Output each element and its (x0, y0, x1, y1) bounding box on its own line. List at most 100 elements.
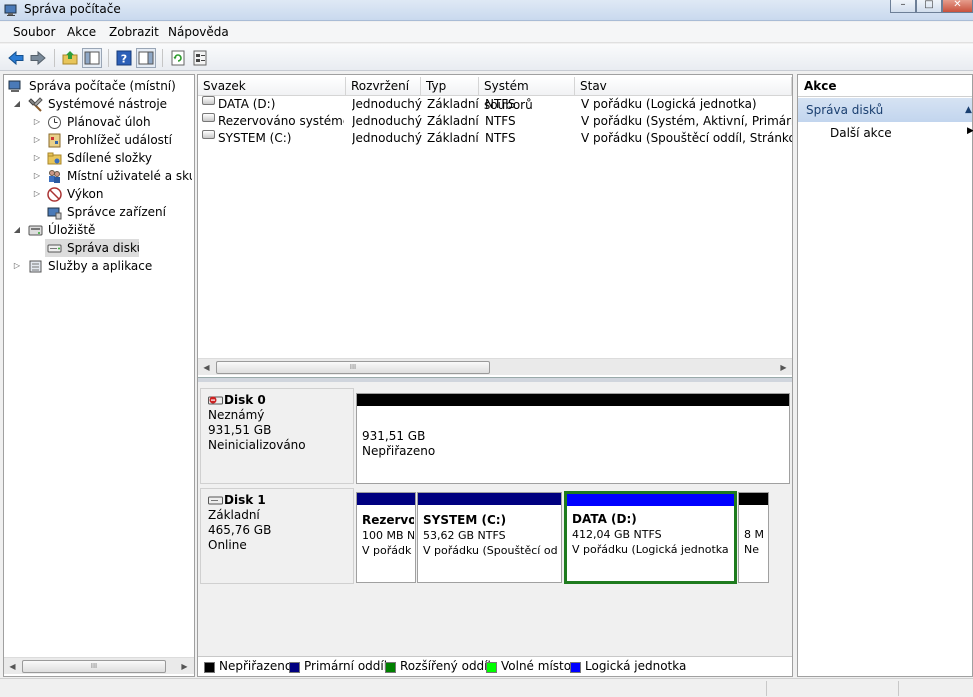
tree-label: Sdílené složky (67, 151, 152, 165)
refresh-button[interactable] (168, 48, 188, 68)
maximize-button[interactable]: □ (916, 0, 942, 13)
volume-list: Svazek Rozvržení Typ Systém souborů Stav… (198, 75, 792, 375)
up-button[interactable] (60, 48, 80, 68)
volume-type: Základní (427, 97, 479, 111)
tree-item-task-scheduler[interactable]: ▷ Plánovač úloh (4, 113, 192, 131)
tree-item-storage[interactable]: ◢ Úložiště (4, 221, 192, 239)
tree-label: Výkon (67, 187, 104, 201)
close-button[interactable]: ✕ (942, 0, 973, 13)
scroll-right-icon[interactable]: ▶ (775, 359, 792, 376)
disk-0-size: 931,51 GB (208, 423, 272, 437)
disk-0-type: Neznámý (208, 408, 265, 422)
tree-label: Správce zařízení (67, 205, 166, 219)
more-actions-item[interactable]: Další akce (830, 126, 892, 144)
column-header-svazek[interactable]: Svazek (198, 77, 346, 96)
tree-item-root[interactable]: Správa počítače (místní) (4, 77, 192, 95)
scroll-thumb[interactable]: III (216, 361, 490, 374)
up-folder-icon (62, 51, 78, 65)
column-header-typ[interactable]: Typ (421, 77, 479, 96)
logical-header-bar (567, 494, 734, 506)
expand-arrow-icon[interactable]: ▷ (32, 131, 42, 149)
legend-swatch-free (486, 662, 497, 673)
device-manager-icon (47, 207, 62, 220)
menu-napoveda[interactable]: Nápověda (168, 25, 229, 39)
forward-button[interactable] (28, 48, 48, 68)
services-icon (29, 260, 42, 273)
minimize-button[interactable]: – (890, 0, 916, 13)
disk-management-icon (47, 244, 62, 253)
disk-1-size: 465,76 GB (208, 523, 272, 537)
tree-item-event-viewer[interactable]: ▷ Prohlížeč událostí (4, 131, 192, 149)
tree-item-system-tools[interactable]: ◢ Systémové nástroje (4, 95, 192, 113)
partition-data-d-selected[interactable]: DATA (D:) 412,04 GB NTFS V pořádku (Logi… (564, 491, 737, 584)
show-hide-tree-button[interactable] (82, 48, 102, 68)
tree-item-services[interactable]: ▷ Služby a aplikace (4, 257, 192, 275)
column-header-stav[interactable]: Stav (575, 77, 792, 96)
tools-icon (28, 97, 43, 112)
expand-arrow-icon[interactable]: ▷ (32, 149, 42, 167)
scroll-right-icon[interactable]: ▶ (176, 658, 193, 675)
back-button[interactable] (6, 48, 26, 68)
toolbar-separator (54, 49, 55, 67)
expand-arrow-icon[interactable]: ▷ (12, 257, 22, 275)
volume-row[interactable]: SYSTEM (C:) Jednoduchý Základní NTFS V p… (198, 130, 792, 147)
tree-horizontal-scrollbar[interactable]: ◀ III ▶ (4, 657, 194, 674)
volume-type: Základní (427, 114, 479, 128)
collapse-arrow-icon[interactable]: ◢ (12, 221, 22, 239)
volume-row[interactable]: DATA (D:) Jednoduchý Základní NTFS V poř… (198, 96, 792, 113)
tree-label: Správa počítače (místní) (29, 79, 176, 93)
menu-akce[interactable]: Akce (67, 25, 96, 39)
disk-1-info[interactable]: Disk 1 Základní 465,76 GB Online (200, 488, 354, 584)
drive-icon (202, 130, 215, 139)
expand-arrow-icon[interactable]: ▷ (32, 113, 42, 131)
toolbar: ? (0, 44, 973, 71)
menu-soubor[interactable]: Soubor (13, 25, 55, 39)
partition-system-c[interactable]: SYSTEM (C:) 53,62 GB NTFS V pořádku (Spo… (417, 492, 562, 583)
disk-0-unallocated-partition[interactable]: 931,51 GB Nepřiřazeno (356, 393, 790, 484)
tree-label: Místní uživatelé a skupiny (67, 169, 192, 183)
status-divider (898, 681, 899, 696)
volume-list-horizontal-scrollbar[interactable]: ◀ III ▶ (198, 358, 792, 375)
show-hide-action-pane-icon (138, 51, 154, 65)
scroll-left-icon[interactable]: ◀ (4, 658, 21, 675)
disk-error-icon (208, 396, 223, 405)
tree-item-disk-management[interactable]: Správa disků (45, 239, 139, 257)
tree-item-shared-folders[interactable]: ▷ Sdílené složky (4, 149, 192, 167)
scroll-thumb[interactable]: III (22, 660, 166, 673)
help-button[interactable]: ? (114, 48, 134, 68)
tree-item-device-manager[interactable]: Správce zařízení (4, 203, 192, 221)
column-header-system-souboru[interactable]: Systém souborů (479, 77, 575, 112)
partition-unallocated-8mb[interactable]: 8 M Ne (738, 492, 769, 583)
toolbar-separator (162, 49, 163, 67)
tree-item-performance[interactable]: ▷ Výkon (4, 185, 192, 203)
expand-arrow-icon[interactable]: ▷ (32, 167, 42, 185)
section-label: Správa disků (806, 103, 884, 117)
volume-row[interactable]: Rezervováno systémem Jednoduchý Základní… (198, 113, 792, 130)
show-hide-action-pane-button[interactable] (136, 48, 156, 68)
tree-item-local-users[interactable]: ▷ Místní uživatelé a skupiny (4, 167, 192, 185)
collapse-arrow-icon[interactable]: ◢ (12, 95, 22, 113)
column-header-rozvrzeni[interactable]: Rozvržení (346, 77, 421, 96)
back-icon (8, 50, 24, 66)
disk-0-info[interactable]: Disk 0 Neznámý 931,51 GB Neinicializován… (200, 388, 354, 484)
volume-filesystem: NTFS (485, 97, 516, 111)
unallocated-header-bar (739, 493, 768, 505)
volume-filesystem: NTFS (485, 131, 516, 145)
menu-bar: Soubor Akce Zobrazit Nápověda (0, 22, 973, 43)
computer-management-icon (4, 4, 17, 16)
scroll-left-icon[interactable]: ◀ (198, 359, 215, 376)
actions-section-disk-management[interactable]: Správa disků ▲ (798, 98, 972, 122)
clock-icon (48, 116, 61, 129)
disk-0-title: Disk 0 (208, 393, 346, 408)
partition-system-reserved[interactable]: Rezervo 100 MB N V pořádk (356, 492, 416, 583)
actions-pane: Akce Správa disků ▲ Další akce ▶ (797, 74, 973, 677)
performance-icon (47, 187, 62, 202)
expand-arrow-icon[interactable]: ▷ (32, 185, 42, 203)
menu-zobrazit[interactable]: Zobrazit (109, 25, 159, 39)
collapse-up-icon[interactable]: ▲ (965, 98, 972, 122)
submenu-arrow-icon[interactable]: ▶ (967, 126, 973, 136)
properties-icon (193, 50, 207, 66)
volume-status: V pořádku (Logická jednotka) (581, 97, 757, 111)
legend-swatch-unallocated (204, 662, 215, 673)
properties-button[interactable] (190, 48, 210, 68)
